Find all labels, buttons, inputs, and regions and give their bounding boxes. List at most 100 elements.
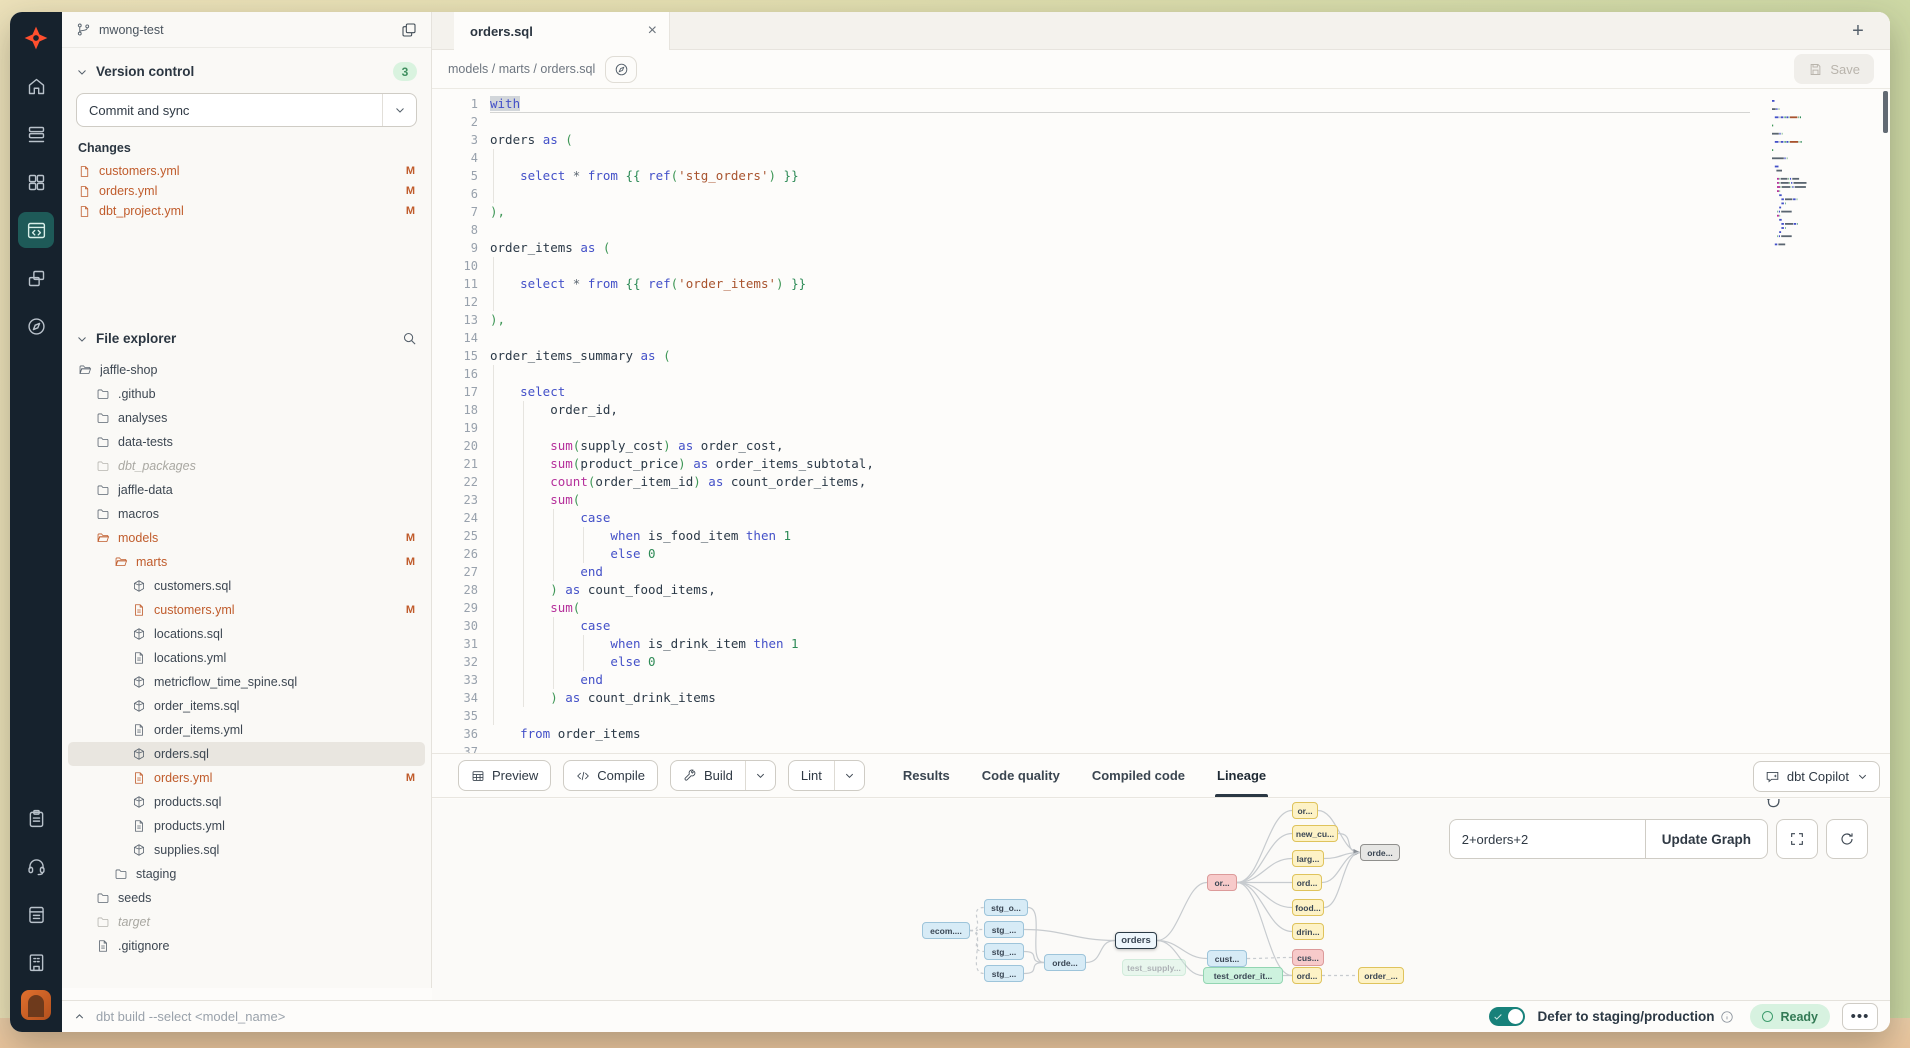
panel-tab-compiled-code[interactable]: Compiled code: [1092, 754, 1185, 797]
lineage-node-yorder[interactable]: order_...: [1358, 967, 1404, 984]
editor-minimap[interactable]: [1770, 97, 1834, 259]
organization-icon[interactable]: [18, 944, 54, 980]
tree-item-customers.sql[interactable]: customers.sql: [68, 574, 425, 598]
code-line-20: 20 sum(supply_cost) as order_cost,: [432, 437, 1890, 455]
save-button[interactable]: Save: [1794, 54, 1874, 84]
lineage-node-pcus[interactable]: cus...: [1292, 949, 1324, 966]
tree-item-supplies.sql[interactable]: supplies.sql: [68, 838, 425, 862]
tree-item-staging[interactable]: staging: [68, 862, 425, 886]
dbt-copilot-button[interactable]: dbt Copilot: [1753, 761, 1880, 792]
lineage-node-stg1[interactable]: stg_o...: [984, 899, 1028, 916]
lineage-node-stg3[interactable]: stg_...: [984, 943, 1024, 960]
lineage-node-testsup[interactable]: test_supply...: [1122, 959, 1186, 976]
compile-button[interactable]: Compile: [563, 760, 658, 791]
dbt-logo[interactable]: [18, 20, 54, 56]
panel-tab-code-quality[interactable]: Code quality: [982, 754, 1060, 797]
lineage-node-ylarg[interactable]: larg...: [1292, 850, 1324, 867]
lineage-node-orders[interactable]: orders: [1115, 932, 1157, 949]
tree-item-.gitignore[interactable]: .gitignore: [68, 934, 425, 958]
support-icon[interactable]: [18, 848, 54, 884]
tasks-icon[interactable]: [18, 800, 54, 836]
lineage-node-yord[interactable]: ord...: [1292, 874, 1322, 891]
lineage-node-yfood[interactable]: food...: [1292, 899, 1324, 916]
more-options-button[interactable]: •••: [1842, 1003, 1878, 1030]
lineage-node-yor[interactable]: or...: [1292, 802, 1318, 819]
tree-item-dbt_packages[interactable]: dbt_packages: [68, 454, 425, 478]
tree-item-products.sql[interactable]: products.sql: [68, 790, 425, 814]
dbt-command-input[interactable]: [96, 1009, 1489, 1024]
preview-button[interactable]: Preview: [458, 760, 551, 791]
change-item-dbt_project.yml[interactable]: dbt_project.yml M: [62, 201, 431, 221]
info-icon[interactable]: [1720, 1010, 1734, 1024]
code-editor[interactable]: 1with 2 3orders as ( 4 5 select * from {…: [432, 89, 1890, 753]
copy-branch-icon[interactable]: [401, 22, 417, 38]
lineage-node-gorde[interactable]: orde...: [1360, 844, 1400, 861]
search-icon[interactable]: [402, 331, 417, 346]
user-avatar[interactable]: [21, 990, 51, 1020]
update-graph-button[interactable]: Update Graph: [1645, 819, 1768, 859]
commit-and-sync-button[interactable]: Commit and sync: [76, 93, 417, 127]
panel-tab-results[interactable]: Results: [903, 754, 950, 797]
change-item-customers.yml[interactable]: customers.yml M: [62, 161, 431, 181]
lineage-node-testoi[interactable]: test_order_it...: [1203, 967, 1283, 984]
tree-item-seeds[interactable]: seeds: [68, 886, 425, 910]
file-explorer-header[interactable]: File explorer: [62, 317, 431, 354]
lineage-node-stg4[interactable]: stg_...: [984, 965, 1024, 982]
develop-icon[interactable]: [18, 212, 54, 248]
folder-icon: [96, 915, 110, 929]
panel-tab-lineage[interactable]: Lineage: [1217, 754, 1266, 797]
tree-item-locations.yml[interactable]: locations.yml: [68, 646, 425, 670]
lineage-node-ynew[interactable]: new_cu...: [1292, 825, 1338, 842]
branch-name[interactable]: mwong-test: [99, 23, 401, 37]
status-badge[interactable]: Ready: [1750, 1004, 1830, 1029]
view-lineage-button[interactable]: [605, 56, 637, 83]
tree-item-metricflow_time_spine.sql[interactable]: metricflow_time_spine.sql: [68, 670, 425, 694]
lineage-node-yord2[interactable]: ord...: [1292, 967, 1322, 984]
build-options-caret[interactable]: [745, 761, 775, 790]
tree-item-target[interactable]: target: [68, 910, 425, 934]
fullscreen-button[interactable]: [1776, 819, 1818, 859]
tree-item-customers.yml[interactable]: customers.yml M: [68, 598, 425, 622]
editor-scrollbar[interactable]: [1883, 91, 1888, 133]
build-button[interactable]: Build: [670, 760, 776, 791]
tab-orders-sql[interactable]: orders.sql ×: [454, 12, 670, 50]
lineage-node-ydrin[interactable]: drin...: [1292, 923, 1324, 940]
apps-icon[interactable]: [18, 164, 54, 200]
refresh-button[interactable]: [1826, 819, 1868, 859]
tree-item-orders.sql[interactable]: orders.sql: [68, 742, 425, 766]
tree-item-marts[interactable]: marts M: [68, 550, 425, 574]
lineage-node-orp[interactable]: or...: [1207, 874, 1237, 891]
tree-item-macros[interactable]: macros: [68, 502, 425, 526]
lint-button[interactable]: Lint: [788, 760, 865, 791]
tree-item-order_items.yml[interactable]: order_items.yml: [68, 718, 425, 742]
tree-item-analyses[interactable]: analyses: [68, 406, 425, 430]
lineage-node-orde[interactable]: orde...: [1044, 954, 1086, 971]
tree-item-jaffle-data[interactable]: jaffle-data: [68, 478, 425, 502]
tree-item-order_items.sql[interactable]: order_items.sql: [68, 694, 425, 718]
tree-item-products.yml[interactable]: products.yml: [68, 814, 425, 838]
projects-icon[interactable]: [18, 260, 54, 296]
explore-icon[interactable]: [18, 308, 54, 344]
defer-toggle[interactable]: [1489, 1007, 1525, 1026]
tree-item-orders.yml[interactable]: orders.yml M: [68, 766, 425, 790]
chevron-up-icon[interactable]: [62, 1001, 96, 1032]
code-line-18: 18 order_id,: [432, 401, 1890, 419]
tree-item-.github[interactable]: .github: [68, 382, 425, 406]
tree-item-jaffle-shop[interactable]: jaffle-shop: [68, 358, 425, 382]
tree-item-data-tests[interactable]: data-tests: [68, 430, 425, 454]
tree-item-models[interactable]: models M: [68, 526, 425, 550]
version-control-header[interactable]: Version control 3: [62, 48, 431, 89]
lint-options-caret[interactable]: [834, 761, 864, 790]
commit-options-caret[interactable]: [382, 94, 416, 126]
lineage-node-ecom[interactable]: ecom....: [922, 922, 970, 939]
environments-icon[interactable]: [18, 116, 54, 152]
new-tab-button[interactable]: +: [1844, 17, 1872, 45]
lineage-node-stg2[interactable]: stg_...: [984, 921, 1024, 938]
close-icon[interactable]: ×: [648, 23, 657, 39]
docs-icon[interactable]: [18, 896, 54, 932]
lineage-filter-input[interactable]: [1449, 819, 1645, 859]
lineage-node-cust[interactable]: cust...: [1207, 950, 1247, 967]
change-item-orders.yml[interactable]: orders.yml M: [62, 181, 431, 201]
home-icon[interactable]: [18, 68, 54, 104]
tree-item-locations.sql[interactable]: locations.sql: [68, 622, 425, 646]
